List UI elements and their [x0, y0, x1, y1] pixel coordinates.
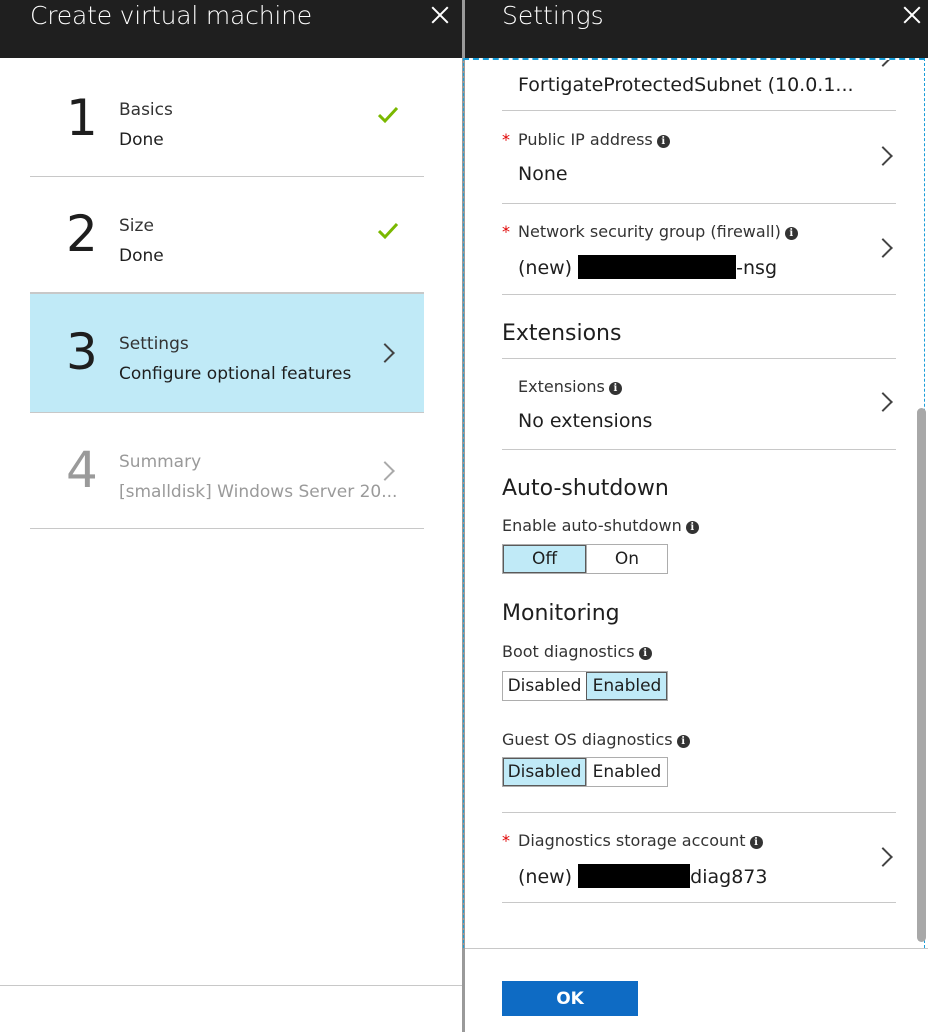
toggle-option-off[interactable]: Off	[503, 545, 586, 573]
step-status: Done	[119, 246, 164, 266]
chevron-right-icon	[375, 461, 395, 481]
toggle-option-disabled[interactable]: Disabled	[503, 758, 586, 786]
ok-button[interactable]: OK	[502, 981, 638, 1016]
toggle-option-enabled[interactable]: Enabled	[586, 672, 667, 700]
nsg-prefix: (new)	[518, 257, 573, 279]
nsg-suffix: -nsg	[736, 257, 778, 279]
chevron-right-icon	[375, 343, 395, 363]
scrollbar[interactable]	[917, 408, 926, 942]
divider	[0, 985, 462, 986]
step-number: 4	[66, 441, 98, 499]
settings-blade: Settings FortigateProtectedSubnet (10.0.…	[463, 0, 928, 1032]
blade-header: Create virtual machine	[0, 0, 462, 58]
step-number: 3	[66, 323, 98, 381]
step-status: Configure optional features	[119, 364, 352, 384]
checkmark-icon	[378, 106, 398, 124]
create-vm-blade: Create virtual machine 1 Basics Done 2 S…	[0, 0, 462, 1032]
step-number: 1	[66, 89, 98, 147]
public-ip-value: None	[518, 163, 568, 185]
close-icon[interactable]	[430, 5, 450, 25]
blade-title: Settings	[502, 1, 604, 30]
step-status: Done	[119, 130, 164, 150]
extensions-value: No extensions	[518, 410, 653, 432]
required-asterisk: *	[502, 130, 510, 149]
step-status: [smalldisk] Windows Server 20...	[119, 482, 398, 502]
info-icon[interactable]: i	[685, 521, 699, 534]
close-icon[interactable]	[902, 5, 922, 25]
diagnostics-storage-row[interactable]: * Diagnostics storage account i (new) dia…	[502, 813, 896, 903]
auto-shutdown-section-title: Auto-shutdown	[502, 476, 669, 501]
step-number: 2	[66, 205, 98, 263]
guest-os-diagnostics-label: Guest OS diagnostics	[502, 730, 673, 749]
step-name: Size	[119, 216, 154, 236]
guest-os-diagnostics-toggle[interactable]: Disabled Enabled	[502, 757, 668, 787]
step-name: Basics	[119, 100, 173, 120]
chevron-right-icon	[873, 392, 893, 412]
storage-suffix: diag873	[690, 866, 768, 888]
toggle-option-enabled[interactable]: Enabled	[586, 758, 667, 786]
info-icon[interactable]: i	[749, 836, 763, 849]
nsg-label: Network security group (firewall)	[518, 222, 781, 241]
boot-diagnostics-toggle[interactable]: Disabled Enabled	[502, 671, 668, 701]
extensions-row[interactable]: Extensions i No extensions	[502, 359, 896, 450]
step-size[interactable]: 2 Size Done	[30, 176, 424, 293]
boot-diagnostics-label: Boot diagnostics	[502, 642, 635, 661]
settings-content: FortigateProtectedSubnet (10.0.1... * Pu…	[465, 60, 928, 948]
info-icon[interactable]: i	[676, 735, 690, 748]
extensions-label: Extensions	[518, 377, 605, 396]
checkmark-icon	[378, 222, 398, 240]
chevron-right-icon	[873, 847, 893, 867]
subnet-value: FortigateProtectedSubnet (10.0.1...	[518, 74, 854, 96]
storage-prefix: (new)	[518, 866, 573, 888]
extensions-section-title: Extensions	[502, 321, 622, 346]
toggle-option-disabled[interactable]: Disabled	[503, 672, 586, 700]
redacted-block	[578, 864, 691, 888]
step-name: Summary	[119, 452, 202, 472]
auto-shutdown-toggle[interactable]: Off On	[502, 544, 668, 574]
toggle-option-on[interactable]: On	[586, 545, 667, 573]
info-icon[interactable]: i	[638, 647, 652, 660]
public-ip-label: Public IP address	[518, 130, 653, 149]
diagnostics-storage-label: Diagnostics storage account	[518, 831, 746, 850]
info-icon[interactable]: i	[784, 227, 798, 240]
chevron-right-icon	[873, 238, 893, 258]
blade-title: Create virtual machine	[30, 1, 312, 30]
step-name: Settings	[119, 334, 189, 354]
public-ip-row[interactable]: * Public IP address i None	[502, 111, 896, 204]
info-icon[interactable]: i	[608, 382, 622, 395]
blade-header: Settings	[465, 0, 928, 58]
chevron-right-icon	[873, 60, 893, 67]
step-summary[interactable]: 4 Summary [smalldisk] Windows Server 20.…	[30, 412, 424, 529]
step-settings[interactable]: 3 Settings Configure optional features	[30, 293, 424, 413]
auto-shutdown-label: Enable auto-shutdown	[502, 516, 682, 535]
required-asterisk: *	[502, 831, 510, 850]
chevron-right-icon	[873, 146, 893, 166]
subnet-row[interactable]: FortigateProtectedSubnet (10.0.1...	[502, 60, 896, 111]
monitoring-section-title: Monitoring	[502, 601, 620, 626]
redacted-block	[578, 255, 737, 279]
nsg-row[interactable]: * Network security group (firewall) i (ne…	[502, 204, 896, 295]
info-icon[interactable]: i	[656, 135, 670, 148]
required-asterisk: *	[502, 222, 510, 241]
footer-divider	[465, 948, 928, 949]
step-basics[interactable]: 1 Basics Done	[30, 60, 424, 177]
